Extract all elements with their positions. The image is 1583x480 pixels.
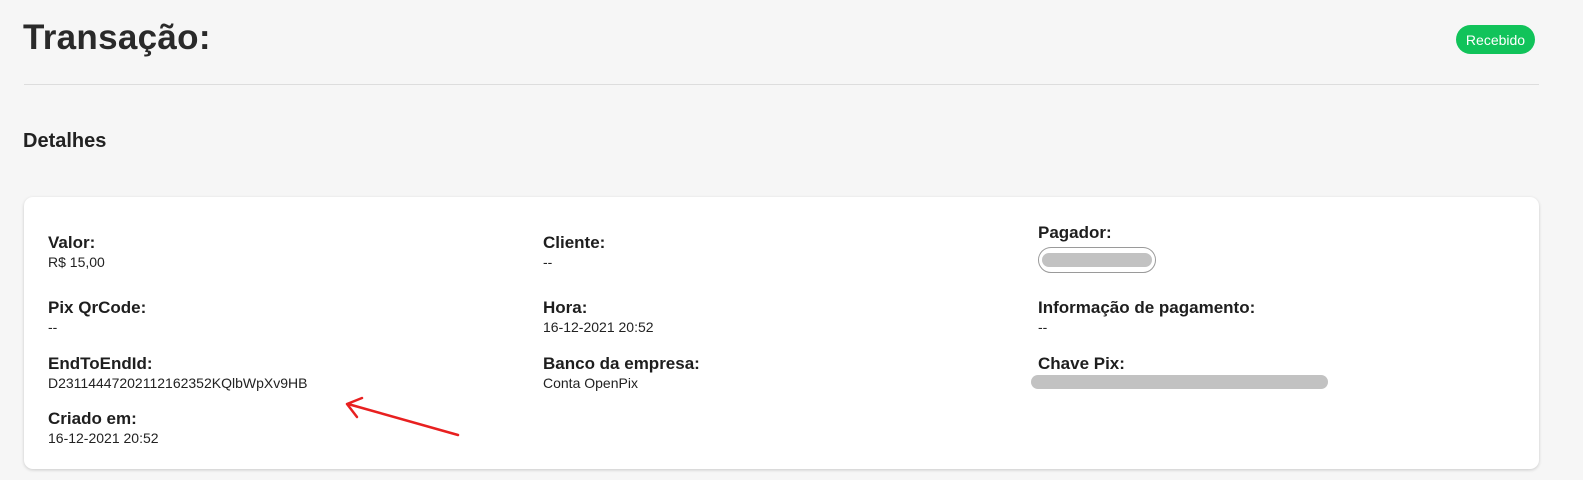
header-divider	[24, 84, 1539, 85]
field-label: Cliente:	[543, 233, 606, 252]
field-value: --	[1038, 319, 1048, 335]
pagador-chip[interactable]	[1038, 247, 1156, 273]
field-cliente: Cliente: --	[543, 233, 605, 271]
field-hora: Hora: 16-12-2021 20:52	[543, 298, 654, 336]
redacted-chave-pix	[1031, 375, 1328, 389]
field-value: 16-12-2021 20:52	[48, 430, 159, 446]
status-badge: Recebido	[1456, 25, 1535, 54]
field-label: Pagador:	[1038, 223, 1112, 242]
field-label: Criado em:	[48, 409, 137, 428]
field-label: Banco da empresa:	[543, 354, 700, 373]
field-banco-empresa: Banco da empresa: Conta OpenPix	[543, 354, 700, 392]
field-pix-qrcode: Pix QrCode: --	[48, 298, 146, 336]
field-value: Conta OpenPix	[543, 375, 638, 391]
field-criado-em: Criado em: 16-12-2021 20:52	[48, 409, 159, 447]
field-label: Chave Pix:	[1038, 354, 1125, 373]
field-label: Hora:	[543, 298, 588, 317]
details-card	[24, 197, 1539, 469]
field-label: Pix QrCode:	[48, 298, 147, 317]
field-value[interactable]: D23114447202112162352KQlbWpXv9HB	[48, 374, 307, 392]
field-label: Informação de pagamento:	[1038, 298, 1256, 317]
field-label: EndToEndId:	[48, 354, 153, 373]
field-value: 16-12-2021 20:52	[543, 319, 654, 335]
redacted-value	[1042, 253, 1152, 267]
section-title: Detalhes	[23, 130, 107, 152]
field-valor: Valor: R$ 15,00	[48, 233, 105, 271]
field-end-to-end-id: EndToEndId: D23114447202112162352KQlbWpX…	[48, 354, 307, 392]
page-title: Transação:	[23, 18, 211, 57]
field-value: --	[48, 319, 58, 335]
field-value: R$ 15,00	[48, 254, 105, 270]
field-informacao-pagamento: Informação de pagamento: --	[1038, 298, 1255, 336]
field-chave-pix: Chave Pix:	[1038, 354, 1125, 374]
field-value: --	[543, 254, 553, 270]
field-label: Valor:	[48, 233, 96, 252]
field-pagador: Pagador:	[1038, 223, 1156, 273]
